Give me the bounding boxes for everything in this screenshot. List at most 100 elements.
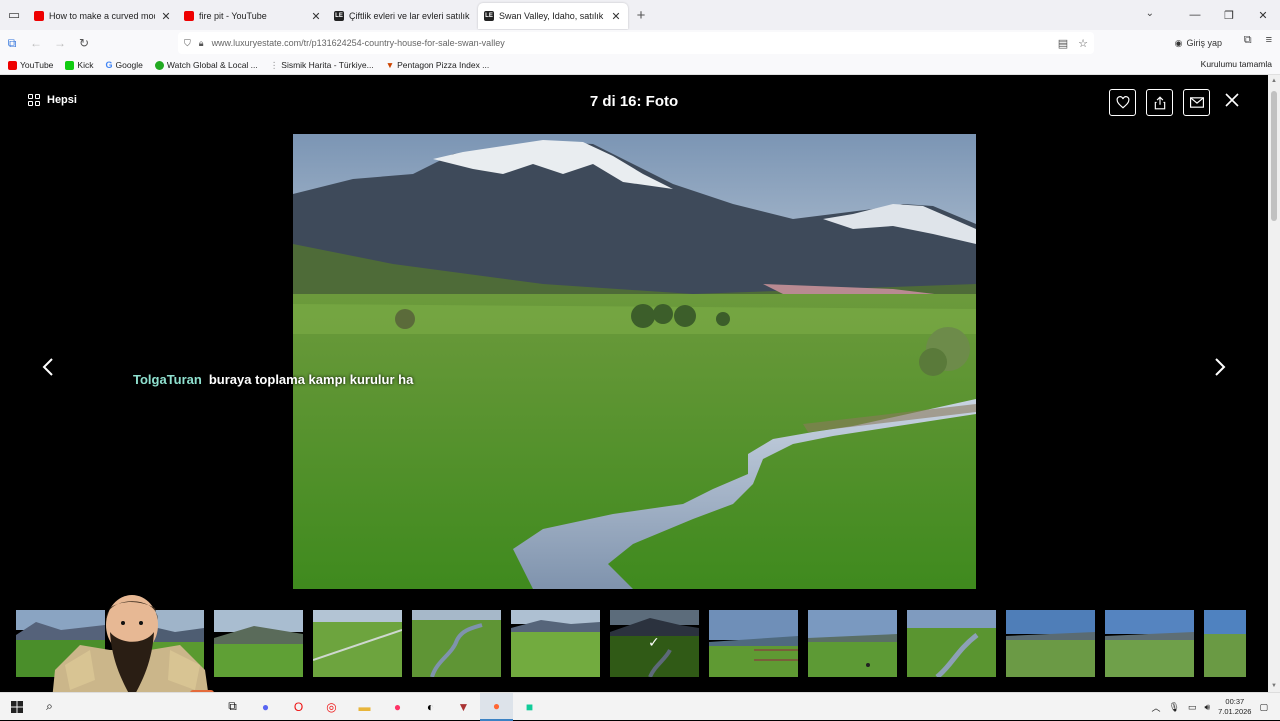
previous-arrow-icon[interactable] [41, 357, 55, 377]
sidebar-icon[interactable]: ⧉ [0, 31, 24, 55]
url-bar[interactable]: ⛉ 🔒︎ www.luxuryestate.com/tr/p131624254-… [178, 32, 1094, 54]
clock-date: 7.01.2026 [1218, 707, 1252, 716]
close-icon[interactable] [1224, 92, 1240, 108]
bookmarks-bar: YouTube Kick G Google Watch Global & Loca… [0, 56, 1280, 75]
heart-icon [1116, 96, 1129, 109]
minimize-icon[interactable]: — [1178, 9, 1212, 21]
mail-icon [1189, 97, 1204, 108]
app-icon[interactable]: ◐ [414, 693, 447, 721]
back-icon[interactable]: ← [24, 31, 48, 55]
extensions-icon[interactable]: ⧉ [1244, 34, 1252, 47]
opera-gx-icon[interactable]: ◎ [315, 693, 348, 721]
file-explorer-icon[interactable]: ▬ [348, 693, 381, 721]
tab-title: fire pit - YouTube [199, 11, 267, 21]
bookmark-youtube[interactable]: YouTube [8, 60, 53, 70]
clock[interactable]: 00:37 7.01.2026 [1218, 697, 1251, 717]
firefox-active-icon[interactable]: ● [480, 692, 513, 721]
discord-icon[interactable]: ● [249, 693, 282, 721]
signin-label: Giriş yap [1186, 38, 1222, 48]
bookmark-kick[interactable]: Kick [65, 60, 93, 70]
reader-view-icon[interactable]: ▤ [1058, 37, 1068, 50]
volume-icon[interactable]: 🔊︎ [1204, 702, 1210, 713]
signin-button[interactable]: ◉ Giriş yap [1169, 33, 1228, 53]
bookmark-sismik[interactable]: ⋮ Sismik Harita - Türkiye... [270, 60, 374, 71]
bookmark-label: Pentagon Pizza Index ... [397, 60, 490, 70]
tab-3[interactable]: LE Swan Valley, Idaho, satılık Lüks ✕ [478, 3, 628, 29]
close-tab-icon[interactable]: ✕ [310, 10, 322, 23]
restore-icon[interactable]: ❐ [1212, 9, 1246, 22]
chevron-down-icon[interactable]: ⌄ [1146, 8, 1154, 19]
favorite-button[interactable] [1109, 89, 1136, 116]
checkmark-icon: ✓ [648, 634, 660, 650]
google-icon: G [105, 60, 113, 70]
scroll-up-icon[interactable]: ▲ [1268, 78, 1280, 84]
bookmark-star-icon[interactable]: ☆ [1078, 37, 1088, 50]
clock-time: 00:37 [1225, 697, 1245, 706]
email-button[interactable] [1183, 89, 1210, 116]
tab-1[interactable]: fire pit - YouTube ✕ [178, 3, 328, 29]
taskbar: ⌕ ⧉ ● O ◎ ▬ ● ◐ ▼ ● ■ ︿ 🎙︎ ▭ 🔊︎ 00:37 7.… [0, 692, 1280, 721]
close-tab-icon[interactable]: ✕ [610, 10, 622, 23]
thumbnail[interactable] [412, 610, 501, 677]
bookmark-setup[interactable]: Kurulumu tamamla [1198, 59, 1272, 69]
window-controls: — ❐ ✕ [1178, 0, 1280, 30]
shield-icon[interactable]: ⛉ [184, 38, 191, 49]
notifications-icon[interactable]: ▢ [1259, 702, 1268, 713]
thumbnail[interactable] [511, 610, 600, 677]
lock-icon[interactable]: 🔒︎ [199, 38, 204, 49]
luxuryestate-favicon-icon: LE [484, 11, 494, 21]
main-photo [293, 134, 976, 589]
youtube-favicon-icon [34, 11, 44, 21]
opera-icon[interactable]: O [282, 693, 315, 721]
pin-icon: ⋮ [269, 59, 279, 70]
thumbnail[interactable] [808, 610, 897, 677]
next-arrow-icon[interactable] [1213, 357, 1227, 377]
thumbnail-selected[interactable]: ✓ [610, 610, 699, 677]
photo-counter: 7 di 16: Foto [589, 93, 679, 110]
reload-icon[interactable]: ↻ [72, 31, 96, 55]
windows-start-icon[interactable] [0, 693, 33, 721]
share-button[interactable] [1146, 89, 1173, 116]
chat-text: buraya toplama kampı kurulur ha [208, 372, 414, 387]
thumbnail[interactable] [1204, 610, 1246, 677]
bookmark-watch[interactable]: Watch Global & Local ... [154, 60, 258, 70]
close-tab-icon[interactable]: ✕ [160, 10, 172, 23]
thumbnail[interactable] [709, 610, 798, 677]
bookmark-pentagon[interactable]: ▼ Pentagon Pizza Index ... [386, 60, 490, 70]
task-view-icon[interactable]: ⧉ [216, 693, 249, 721]
shield-app-icon[interactable]: ▼ [447, 693, 480, 721]
scroll-down-icon[interactable]: ▼ [1268, 683, 1280, 689]
account-icon: ◉ [1174, 37, 1183, 48]
bookmark-google[interactable]: G Google [105, 60, 142, 70]
page-scrollbar[interactable]: ▲ ▼ [1268, 75, 1280, 692]
close-window-icon[interactable]: ✕ [1246, 9, 1280, 22]
scrollbar-thumb[interactable] [1271, 91, 1277, 221]
thumbnail[interactable] [907, 610, 996, 677]
url-text[interactable]: www.luxuryestate.com/tr/p131624254-count… [212, 38, 505, 48]
kick-icon [65, 60, 75, 70]
youtube-icon [8, 60, 17, 70]
network-icon[interactable]: ▭ [1188, 702, 1197, 713]
chat-overlay-message: TolgaTuran buraya toplama kampı kurulur … [133, 372, 413, 387]
thumbnail[interactable] [313, 610, 402, 677]
obs-app-icon[interactable]: ■ [513, 693, 546, 721]
thumbnail[interactable] [1006, 610, 1095, 677]
share-icon [1154, 95, 1165, 109]
tab-0[interactable]: How to make a curved modern ✕ [28, 3, 178, 29]
forward-icon[interactable]: → [48, 31, 72, 55]
youtube-favicon-icon [184, 11, 194, 21]
bookmark-label: Kick [77, 60, 94, 70]
search-icon[interactable]: ⌕ [33, 693, 66, 721]
menu-icon[interactable]: ≡ [1266, 34, 1272, 47]
nav-bar: ⧉ ← → ↻ ⛉ 🔒︎ www.luxuryestate.com/tr/p13… [0, 30, 1280, 56]
bookmark-label: YouTube [20, 60, 54, 70]
bookmark-label: Sismik Harita - Türkiye... [281, 60, 374, 70]
microphone-icon[interactable]: 🎙︎ [1168, 702, 1179, 713]
thumbnail[interactable] [214, 610, 303, 677]
firefox-icon[interactable]: ● [381, 693, 414, 721]
tab-list-icon[interactable]: ▭ [0, 0, 28, 30]
new-tab-icon[interactable]: + [628, 7, 654, 24]
tray-chevron-icon[interactable]: ︿ [1151, 701, 1160, 714]
tab-2[interactable]: LE Çiftlik evleri ve lar evleri satılık [328, 3, 478, 29]
thumbnail[interactable] [1105, 610, 1194, 677]
